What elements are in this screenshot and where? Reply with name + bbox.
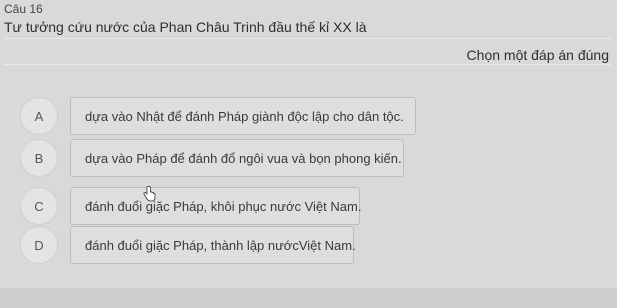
option-c-letter[interactable]: C xyxy=(20,187,58,225)
option-d-letter[interactable]: D xyxy=(20,226,58,264)
question-text: Tư tưởng cứu nước của Phan Châu Trinh đầ… xyxy=(4,19,367,35)
option-a-letter[interactable]: A xyxy=(20,97,58,135)
hand-pointer-icon xyxy=(143,186,156,202)
option-b-letter[interactable]: B xyxy=(20,139,58,177)
option-c-answer[interactable]: đánh đuổi giặc Pháp, khôi phục nước Việt… xyxy=(70,187,361,225)
bottom-strip xyxy=(0,288,617,308)
divider-top xyxy=(4,38,611,39)
option-b-answer[interactable]: dựa vào Pháp để đánh đổ ngôi vua và bọn … xyxy=(70,139,404,177)
question-number: Câu 16 xyxy=(4,2,43,16)
divider-bottom xyxy=(4,64,611,65)
option-a-answer[interactable]: dựa vào Nhật để đánh Pháp giành độc lập … xyxy=(70,97,416,135)
option-d-answer[interactable]: đánh đuổi giặc Pháp, thành lập nướcViệt … xyxy=(70,226,356,264)
instruction-text: Chọn một đáp án đúng xyxy=(466,47,609,63)
